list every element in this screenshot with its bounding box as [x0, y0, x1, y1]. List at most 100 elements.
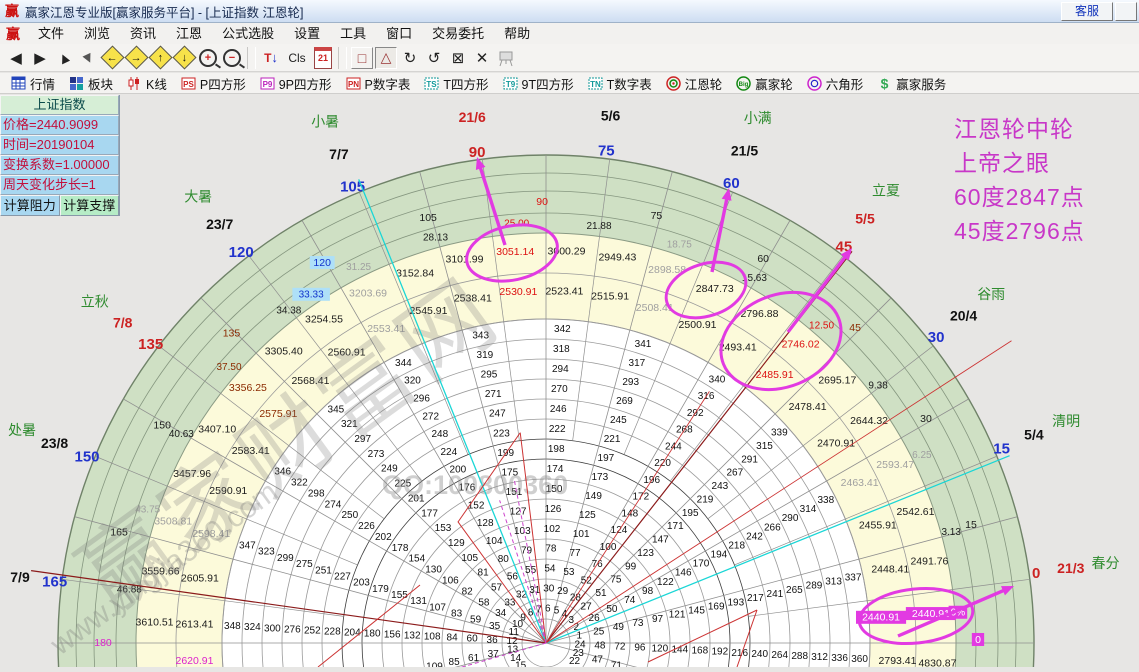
svg-text:51: 51	[595, 588, 607, 599]
svg-text:75: 75	[651, 210, 663, 222]
zoom-in-icon[interactable]: +	[196, 46, 220, 70]
toolbar-item-hexagon[interactable]: 六角形	[800, 73, 871, 94]
toolbar-item-p-table[interactable]: PN P数字表	[339, 73, 418, 94]
svg-text:37.50: 37.50	[217, 362, 242, 373]
svg-text:3203.69: 3203.69	[349, 288, 387, 300]
svg-text:2620.91: 2620.91	[175, 655, 213, 667]
updown-marker-icon[interactable]: T ↓	[259, 46, 283, 70]
easel-icon[interactable]	[494, 46, 518, 70]
svg-text:221: 221	[604, 434, 621, 445]
toolbar-item-9p-square[interactable]: P9 9P四方形	[253, 73, 339, 94]
svg-text:23/7: 23/7	[206, 216, 233, 232]
svg-text:2613.41: 2613.41	[175, 618, 213, 630]
pan-down-icon[interactable]: ↓	[171, 45, 197, 70]
menu-item-7[interactable]: 窗口	[376, 26, 422, 41]
svg-text:288: 288	[791, 651, 808, 662]
menu-item-6[interactable]: 工具	[330, 26, 376, 41]
svg-text:40.63: 40.63	[169, 429, 194, 440]
svg-text:338: 338	[817, 495, 834, 506]
grid-x-icon[interactable]: ⊠	[446, 46, 470, 70]
pan-up-icon[interactable]: ↑	[147, 45, 173, 70]
center-cross-icon[interactable]: ✕	[470, 46, 494, 70]
svg-text:99: 99	[625, 561, 637, 572]
svg-text:300: 300	[264, 623, 281, 634]
svg-text:203: 203	[353, 578, 370, 589]
draw-triangle-icon[interactable]: △	[374, 46, 398, 70]
menu-item-5[interactable]: 设置	[284, 26, 330, 41]
svg-text:339: 339	[771, 428, 788, 439]
svg-text:122: 122	[657, 577, 674, 588]
svg-text:169: 169	[708, 601, 725, 612]
svg-text:85: 85	[449, 657, 461, 667]
svg-text:4830.87: 4830.87	[918, 657, 956, 667]
draw-square-icon[interactable]: □	[350, 46, 374, 70]
toolbar-item-p-square[interactable]: PS P四方形	[174, 73, 253, 94]
svg-text:29: 29	[557, 586, 569, 597]
menu-item-9[interactable]: 帮助	[494, 26, 540, 41]
svg-text:2491.76: 2491.76	[910, 555, 948, 567]
toolbar-item-gann-wheel[interactable]: 江恩轮	[659, 73, 730, 94]
menu-item-0[interactable]: 文件	[28, 26, 74, 41]
menu-item-4[interactable]: 公式选股	[212, 26, 284, 41]
menu-item-1[interactable]: 浏览	[74, 26, 120, 41]
svg-text:$: $	[881, 76, 889, 91]
cls-button[interactable]: Cls	[283, 46, 311, 70]
menu-item-3[interactable]: 江恩	[166, 26, 212, 41]
toolbar-item-t-table[interactable]: TN T数字表	[581, 73, 659, 94]
app-logo-icon: 赢	[5, 3, 19, 19]
svg-text:2470.91: 2470.91	[817, 437, 855, 449]
svg-text:178: 178	[392, 543, 409, 554]
svg-text:56: 56	[507, 572, 519, 583]
svg-text:12.50: 12.50	[809, 321, 834, 332]
svg-text:处暑: 处暑	[8, 422, 36, 438]
calc-resistance-button[interactable]: 计算阻力	[0, 195, 60, 216]
svg-text:3051.14: 3051.14	[496, 246, 534, 258]
svg-text:227: 227	[334, 572, 351, 583]
calendar-icon[interactable]: 21	[311, 46, 335, 70]
svg-text:53: 53	[563, 567, 575, 578]
svg-text:120: 120	[313, 257, 331, 269]
svg-text:2793.41: 2793.41	[879, 655, 917, 667]
svg-text:105: 105	[461, 553, 478, 564]
toolbar-item-winner-service[interactable]: $ 赢家服务	[870, 73, 953, 94]
pan-left-icon[interactable]: ←	[99, 45, 125, 70]
svg-text:96: 96	[634, 643, 646, 654]
customer-service-button[interactable]: 客服	[1061, 2, 1113, 21]
svg-text:267: 267	[726, 468, 743, 479]
svg-text:147: 147	[652, 535, 669, 546]
svg-text:171: 171	[667, 521, 684, 532]
toolbar-item-quotes[interactable]: 行情	[4, 73, 62, 94]
menu-item-2[interactable]: 资讯	[120, 26, 166, 41]
svg-text:2593.47: 2593.47	[876, 459, 914, 471]
svg-text:2493.41: 2493.41	[719, 342, 757, 354]
calc-support-button[interactable]: 计算支撑	[59, 195, 119, 216]
toolbar-item-kline[interactable]: K线	[120, 73, 174, 94]
svg-text:5/4: 5/4	[1024, 427, 1044, 443]
svg-text:135: 135	[223, 328, 241, 340]
svg-text:318: 318	[553, 344, 570, 355]
svg-text:126: 126	[545, 504, 562, 515]
svg-text:15: 15	[965, 519, 977, 531]
svg-text:247: 247	[489, 409, 506, 420]
toolbar-item-t-square[interactable]: TS T四方形	[417, 73, 495, 94]
pan-right-icon[interactable]: →	[123, 45, 149, 70]
toolbar-item-9t-square[interactable]: T9 9T四方形	[496, 73, 581, 94]
menu-item-8[interactable]: 交易委托	[422, 26, 494, 41]
window-edge-button[interactable]	[1115, 2, 1137, 21]
svg-text:180: 180	[94, 637, 112, 649]
index-name: 上证指数	[0, 95, 119, 115]
toolbar-item-winner-wheel[interactable]: Big 赢家轮	[729, 73, 800, 94]
zoom-out-icon[interactable]: −	[220, 46, 244, 70]
nav-next-icon[interactable]: ▶	[28, 46, 52, 70]
toolbar-item-sectors[interactable]: 板块	[62, 73, 120, 94]
svg-text:312: 312	[811, 652, 828, 663]
nav-prev-icon[interactable]: ◀	[4, 46, 28, 70]
svg-text:98: 98	[642, 586, 654, 597]
svg-text:73: 73	[632, 618, 644, 629]
svg-text:谷雨: 谷雨	[977, 286, 1005, 302]
rotate-ccw-icon[interactable]: ↺	[422, 46, 446, 70]
svg-text:224: 224	[440, 447, 457, 458]
title-bar: 赢 赢家江恩专业版[赢家服务平台] - [上证指数 江恩轮] 客服	[0, 0, 1139, 23]
rotate-cw-icon[interactable]: ↻	[398, 46, 422, 70]
svg-text:299: 299	[277, 553, 294, 564]
